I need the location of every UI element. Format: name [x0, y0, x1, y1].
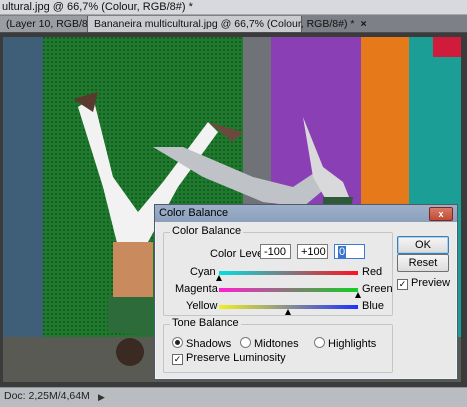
slider-label-yellow: Yellow: [186, 300, 218, 312]
shadows-radio[interactable]: Shadows: [172, 337, 231, 350]
group-label: Color Balance: [170, 225, 244, 237]
tab-bananeira[interactable]: Bananeira multicultural.jpg @ 66,7% (Col…: [87, 16, 367, 32]
status-bar: Doc: 2,25M/4,64M ▶: [0, 387, 467, 407]
tab-label: Bananeira multicultural.jpg @ 66,7% (Col…: [94, 18, 355, 30]
dialog-titlebar[interactable]: Color Balance x: [155, 205, 457, 222]
reset-button[interactable]: Reset: [397, 254, 449, 272]
radio-indicator: [240, 337, 251, 348]
ok-button[interactable]: OK: [397, 236, 449, 254]
slider-label-magenta: Magenta: [175, 283, 218, 295]
group-label: Tone Balance: [170, 317, 241, 329]
dialog-title: Color Balance: [159, 207, 229, 219]
midtones-radio[interactable]: Midtones: [240, 337, 299, 350]
color-balance-dialog: Color Balance x Color Balance Color Leve…: [154, 204, 458, 380]
color-balance-group: Color Balance Color Levels: -100 +100 0 …: [163, 225, 393, 316]
slider-label-cyan: Cyan: [190, 266, 216, 278]
preserve-luminosity-checkbox[interactable]: ✓ Preserve Luminosity: [172, 352, 286, 365]
level-cyan-red-input[interactable]: -100: [260, 244, 291, 259]
radio-indicator: [172, 337, 183, 348]
doc-size: Doc: 2,25M/4,64M: [4, 390, 90, 402]
slider-label-green: Green: [362, 283, 393, 295]
preview-checkbox[interactable]: ✓ Preview: [397, 277, 450, 290]
cyan-red-track[interactable]: [219, 271, 358, 275]
close-icon[interactable]: x: [429, 207, 453, 221]
tone-balance-group: Tone Balance Shadows Midtones Highlights…: [163, 317, 393, 373]
tab-layer-10[interactable]: (Layer 10, RGB/8) *: [0, 16, 98, 32]
cyan-red-slider[interactable]: [216, 275, 222, 281]
yellow-blue-slider[interactable]: [285, 309, 291, 315]
magenta-green-slider[interactable]: [355, 292, 361, 298]
status-menu-icon[interactable]: ▶: [98, 392, 105, 403]
checkmark-icon: ✓: [397, 279, 408, 290]
window-titlebar: ultural.jpg @ 66,7% (Colour, RGB/8#) *: [0, 0, 467, 15]
slider-label-blue: Blue: [362, 300, 385, 312]
radio-indicator: [314, 337, 325, 348]
close-tab-icon[interactable]: ×: [360, 18, 366, 30]
slider-label-red: Red: [362, 266, 383, 278]
level-magenta-green-input[interactable]: +100: [297, 244, 328, 259]
magenta-green-track[interactable]: [219, 288, 358, 292]
checkmark-icon: ✓: [172, 354, 183, 365]
window-title: ultural.jpg @ 66,7% (Colour, RGB/8#) *: [2, 1, 193, 13]
level-yellow-blue-input[interactable]: 0: [334, 244, 365, 259]
document-tab-bar: (Layer 10, RGB/8) * Bananeira multicultu…: [0, 15, 467, 33]
highlights-radio[interactable]: Highlights: [314, 337, 376, 350]
tab-label: (Layer 10, RGB/8) *: [6, 18, 99, 30]
